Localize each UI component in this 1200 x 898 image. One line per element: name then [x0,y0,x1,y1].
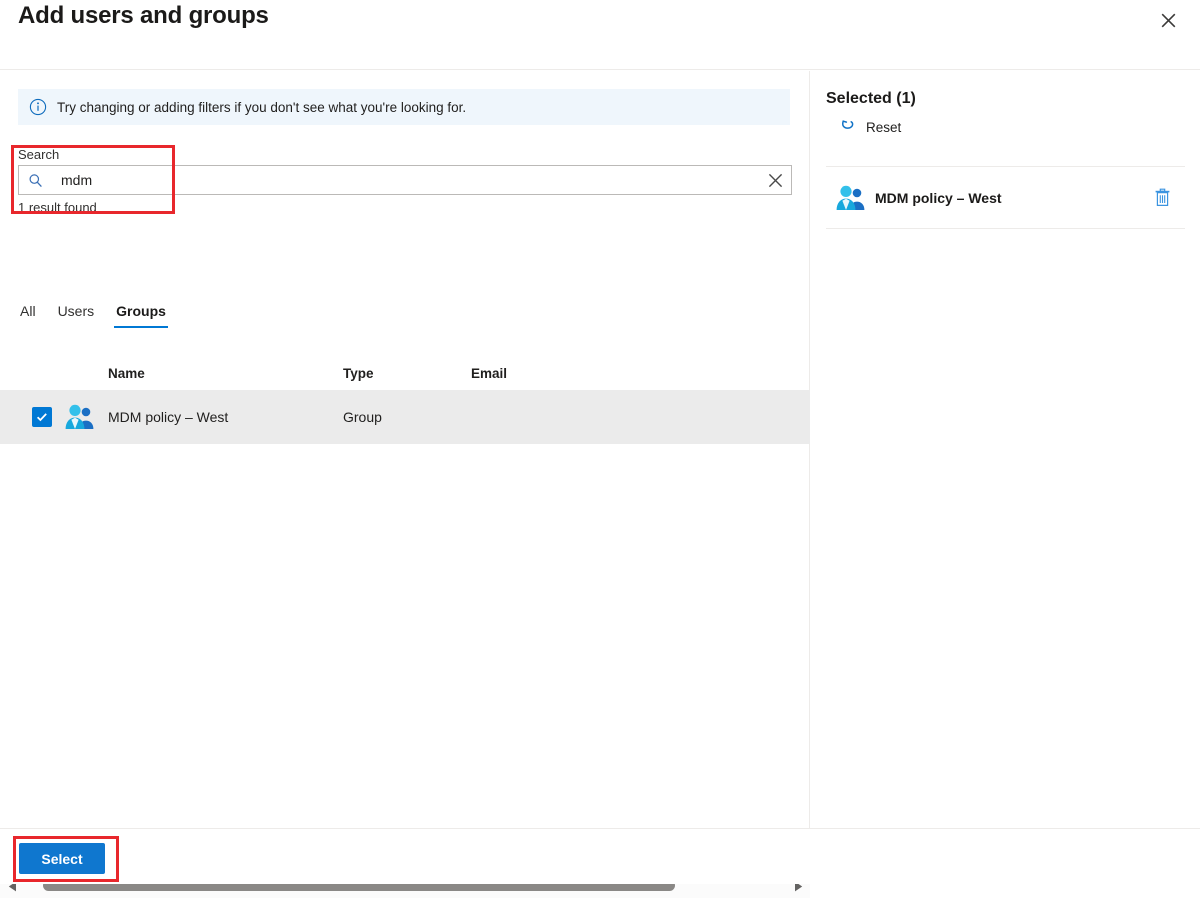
row-name: MDM policy – West [108,409,229,425]
tab-list: All Users Groups [18,303,177,328]
column-header-name: Name [108,365,145,381]
trash-icon[interactable] [1145,181,1179,215]
table-header-row: Name Type Email [0,356,810,390]
search-block: Search 1 result found [18,147,792,216]
info-circle-icon [29,98,47,116]
selected-panel-title: Selected (1) [826,90,916,107]
group-people-icon [835,185,875,211]
selected-panel: Selected (1) Reset MDM policy – West [811,71,1200,828]
row-checkbox-cell [32,407,64,427]
column-header-type: Type [343,365,374,381]
clear-x-icon[interactable] [760,166,790,194]
results-table: Name Type Email MDM policy – West Group [0,356,810,444]
info-message-text: Try changing or adding filters if you do… [57,99,467,115]
row-type: Group [343,409,382,425]
search-icon [28,173,43,188]
close-icon[interactable] [1152,4,1184,36]
search-label: Search [18,147,60,162]
row-avatar-cell [64,404,108,430]
table-row[interactable]: MDM policy – West Group [0,390,810,444]
dialog-header: Add users and groups [0,0,1200,70]
select-button[interactable]: Select [19,843,105,874]
tab-groups[interactable]: Groups [105,303,177,328]
info-message-bar: Try changing or adding filters if you do… [18,89,790,125]
search-input[interactable] [43,167,760,193]
tab-all[interactable]: All [18,303,47,328]
page-title: Add users and groups [18,2,269,29]
column-header-email: Email [471,365,508,381]
selected-item-name: MDM policy – West [875,189,1002,206]
reset-button[interactable]: Reset [840,119,901,135]
search-field[interactable] [18,165,792,195]
picker-left-pane: Try changing or adding filters if you do… [0,71,810,898]
tab-users[interactable]: Users [47,303,106,328]
row-checkbox[interactable] [32,407,52,427]
group-people-icon [64,404,94,430]
search-result-count: 1 result found [18,200,97,215]
list-item[interactable]: MDM policy – West [826,167,1185,228]
undo-arrow-icon [840,119,856,135]
dialog-footer: Select [0,828,1200,884]
selected-items-list: MDM policy – West [826,166,1185,229]
reset-label: Reset [866,119,902,135]
